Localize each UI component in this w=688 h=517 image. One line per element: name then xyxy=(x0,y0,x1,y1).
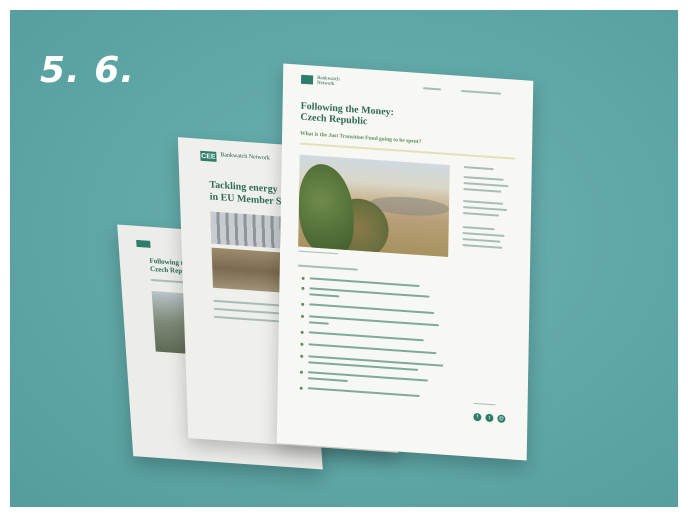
share-label-line xyxy=(473,402,496,406)
sidebar-line xyxy=(462,226,495,230)
twitter-icon[interactable]: t xyxy=(485,413,494,423)
open-pit-mine-photo xyxy=(298,154,450,258)
bullet-icon xyxy=(299,370,303,374)
list-item-line xyxy=(308,315,439,327)
document-page-front: Bankwatch Network Following the Money: C… xyxy=(276,63,534,461)
bullet-icon xyxy=(300,330,304,334)
photo-caption-line xyxy=(298,250,339,255)
list-item-line xyxy=(308,321,329,325)
list-item-line xyxy=(309,293,340,298)
text-line xyxy=(213,315,289,324)
step-number-label: 5. 6. xyxy=(40,50,135,91)
bullet-icon xyxy=(300,354,304,358)
sidebar-line xyxy=(463,176,504,181)
list-item-line xyxy=(308,343,437,355)
tree-shape xyxy=(298,162,355,257)
sidebar-line xyxy=(462,238,501,243)
bullet-icon xyxy=(301,286,305,290)
sidebar-line xyxy=(462,212,499,217)
text-line xyxy=(297,264,358,271)
sidebar-line xyxy=(462,244,503,249)
sidebar-line xyxy=(463,206,508,211)
bullet-icon xyxy=(300,342,304,346)
bullet-icon xyxy=(299,386,303,390)
bullet-icon xyxy=(300,314,304,318)
link-icon[interactable]: @ xyxy=(497,414,506,424)
list-item-line xyxy=(307,377,348,383)
list-item-line xyxy=(307,387,420,398)
text-line xyxy=(213,307,284,315)
list-item-line xyxy=(309,277,420,288)
bullet-icon xyxy=(301,276,305,280)
bullet-icon xyxy=(301,302,305,306)
list-item-line xyxy=(309,303,435,315)
sidebar-line xyxy=(463,200,504,205)
sidebar-line xyxy=(463,182,509,187)
org-logo-icon xyxy=(301,74,314,85)
list-item-line xyxy=(308,331,424,342)
header-nav-line xyxy=(461,89,502,95)
facebook-icon[interactable]: f xyxy=(473,412,482,422)
list-item-line xyxy=(308,355,444,367)
org-logo-icon xyxy=(136,239,151,248)
background-canvas: 5. 6. Following the Czech Republic CEE B… xyxy=(10,10,678,507)
org-name-label: Bankwatch Network xyxy=(316,75,340,88)
header-nav-line xyxy=(423,87,442,90)
sidebar-line xyxy=(462,232,505,237)
sidebar-line xyxy=(463,166,494,170)
org-name-label: Bankwatch Network xyxy=(220,152,270,162)
sidebar-line xyxy=(463,188,502,193)
org-logo-icon: CEE xyxy=(200,150,217,162)
